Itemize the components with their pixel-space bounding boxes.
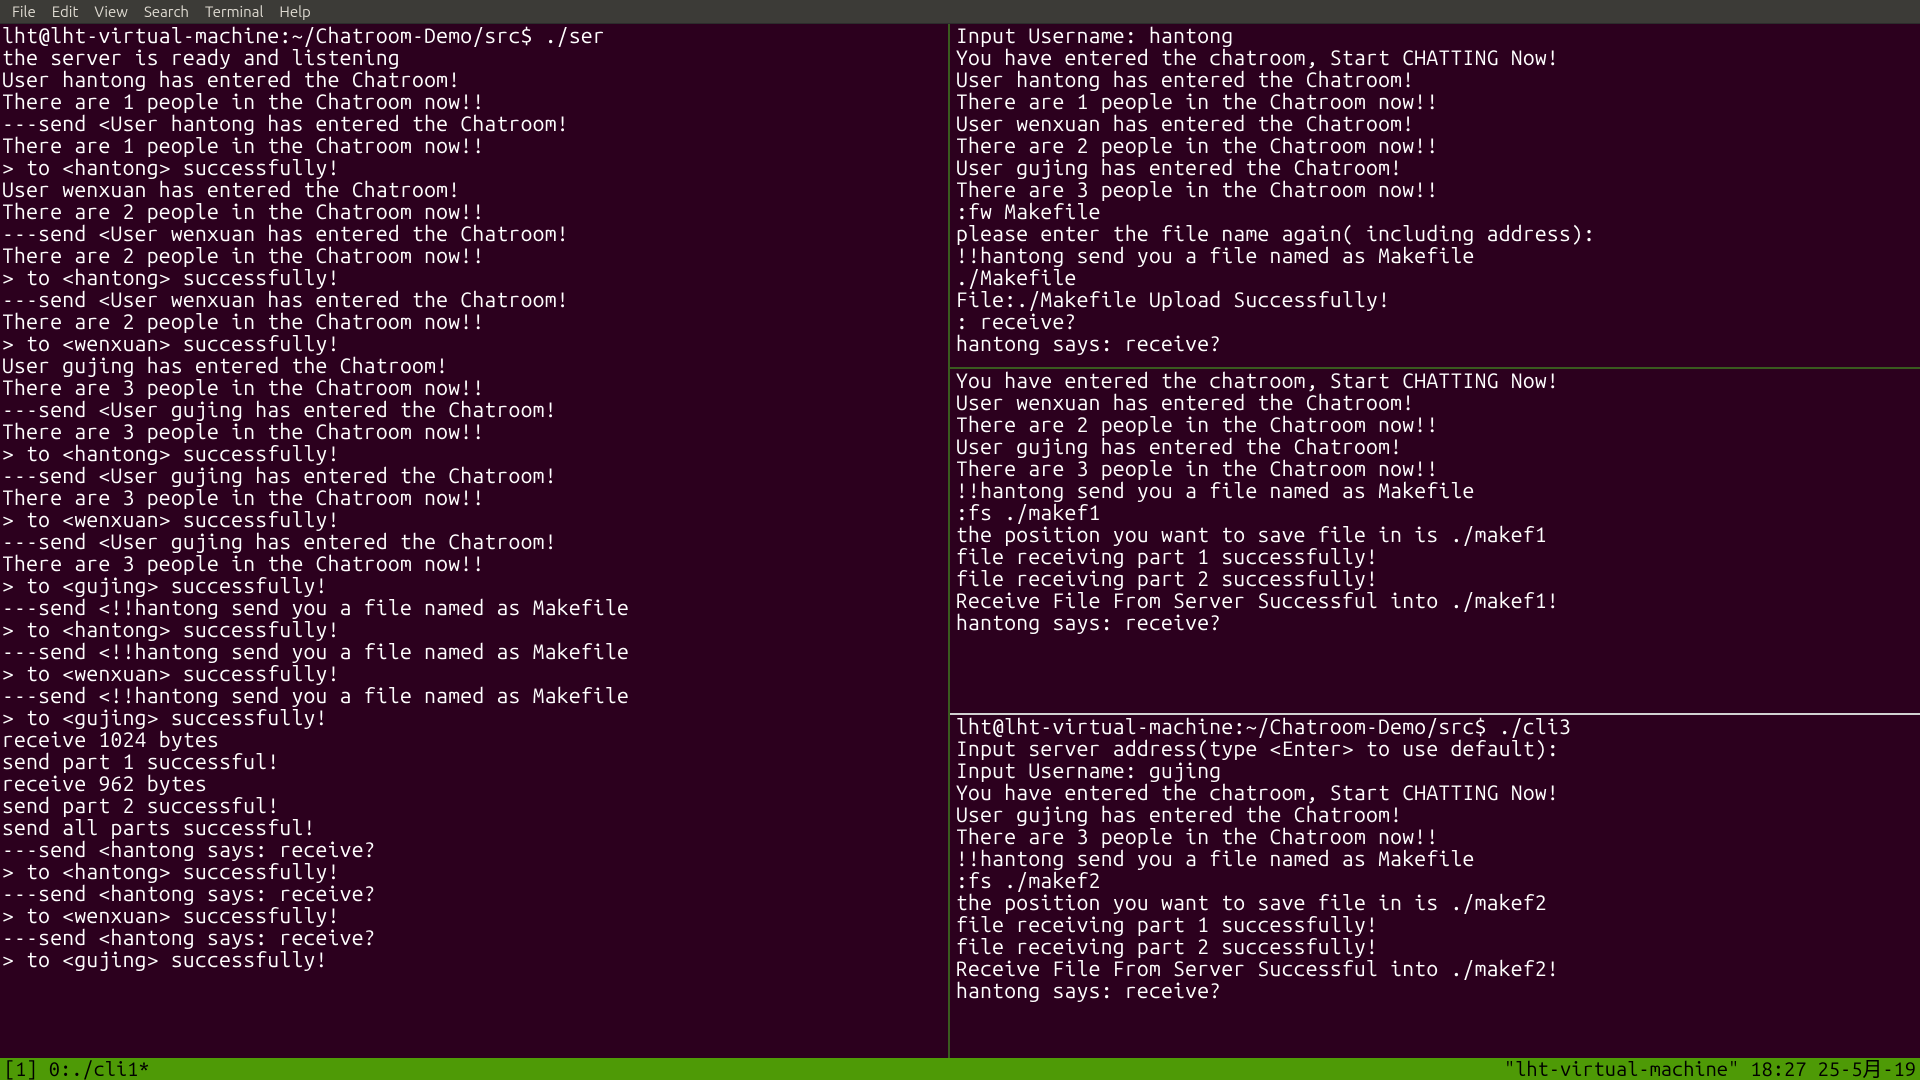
menubar: File Edit View Search Terminal Help bbox=[0, 0, 1920, 24]
terminal-line: > to <hantong> successfully! bbox=[2, 156, 946, 178]
terminal-line: There are 3 people in the Chatroom now!! bbox=[2, 552, 946, 574]
terminal-line: please enter the file name again( includ… bbox=[956, 222, 1914, 244]
terminal-line: hantong says: receive? bbox=[956, 332, 1914, 354]
terminal-line: There are 2 people in the Chatroom now!! bbox=[2, 200, 946, 222]
terminal-line: There are 3 people in the Chatroom now!! bbox=[956, 178, 1914, 200]
terminal-line: There are 2 people in the Chatroom now!! bbox=[956, 134, 1914, 156]
terminal-area: lht@lht-virtual-machine:~/Chatroom-Demo/… bbox=[0, 24, 1920, 1058]
statusbar-right: "lht-virtual-machine" 18:27 25-5月-19 bbox=[1504, 1058, 1916, 1080]
terminal-line: ---send <hantong says: receive? bbox=[2, 926, 946, 948]
terminal-line: > to <hantong> successfully! bbox=[2, 860, 946, 882]
terminal-line: the position you want to save file in is… bbox=[956, 523, 1914, 545]
terminal-line: User gujing has entered the Chatroom! bbox=[956, 803, 1914, 825]
tmux-statusbar: [1] 0:./cli1* "lht-virtual-machine" 18:2… bbox=[0, 1058, 1920, 1080]
terminal-line: :fs ./makef1 bbox=[956, 501, 1914, 523]
terminal-line: You have entered the chatroom, Start CHA… bbox=[956, 369, 1914, 391]
terminal-line: User hantong has entered the Chatroom! bbox=[956, 68, 1914, 90]
terminal-line: hantong says: receive? bbox=[956, 979, 1914, 1001]
menu-help[interactable]: Help bbox=[271, 3, 318, 20]
terminal-line: There are 2 people in the Chatroom now!! bbox=[956, 413, 1914, 435]
terminal-line: receive 962 bytes bbox=[2, 772, 946, 794]
statusbar-left: [1] 0:./cli1* bbox=[4, 1058, 150, 1080]
menu-terminal[interactable]: Terminal bbox=[197, 3, 271, 20]
menu-file[interactable]: File bbox=[4, 3, 44, 20]
terminal-line: > to <wenxuan> successfully! bbox=[2, 332, 946, 354]
terminal-line: ---send <User gujing has entered the Cha… bbox=[2, 464, 946, 486]
terminal-line: file receiving part 2 successfully! bbox=[956, 567, 1914, 589]
terminal-line: User wenxuan has entered the Chatroom! bbox=[956, 112, 1914, 134]
terminal-line: lht@lht-virtual-machine:~/Chatroom-Demo/… bbox=[2, 24, 946, 46]
client-pane-top[interactable]: Input Username: hantongYou have entered … bbox=[950, 24, 1920, 367]
terminal-line: There are 1 people in the Chatroom now!! bbox=[2, 134, 946, 156]
terminal-line: > to <hantong> successfully! bbox=[2, 442, 946, 464]
terminal-line: ---send <hantong says: receive? bbox=[2, 882, 946, 904]
terminal-line: : receive? bbox=[956, 310, 1914, 332]
terminal-line: ---send <User gujing has entered the Cha… bbox=[2, 530, 946, 552]
terminal-line: > to <gujing> successfully! bbox=[2, 574, 946, 596]
terminal-line: > to <hantong> successfully! bbox=[2, 266, 946, 288]
menu-search[interactable]: Search bbox=[136, 3, 197, 20]
terminal-line: !!hantong send you a file named as Makef… bbox=[956, 244, 1914, 266]
terminal-line: There are 1 people in the Chatroom now!! bbox=[2, 90, 946, 112]
terminal-line: User wenxuan has entered the Chatroom! bbox=[956, 391, 1914, 413]
terminal-line: > to <wenxuan> successfully! bbox=[2, 662, 946, 684]
terminal-line: ---send <hantong says: receive? bbox=[2, 838, 946, 860]
terminal-line: !!hantong send you a file named as Makef… bbox=[956, 847, 1914, 869]
terminal-line: ---send <User wenxuan has entered the Ch… bbox=[2, 288, 946, 310]
terminal-line: You have entered the chatroom, Start CHA… bbox=[956, 781, 1914, 803]
menu-edit[interactable]: Edit bbox=[44, 3, 87, 20]
client-pane-bottom[interactable]: lht@lht-virtual-machine:~/Chatroom-Demo/… bbox=[950, 715, 1920, 1058]
terminal-line: There are 3 people in the Chatroom now!! bbox=[2, 420, 946, 442]
terminal-line: file receiving part 1 successfully! bbox=[956, 545, 1914, 567]
terminal-line: ---send <!!hantong send you a file named… bbox=[2, 640, 946, 662]
terminal-line: Input server address(type <Enter> to use… bbox=[956, 737, 1914, 759]
terminal-line: Receive File From Server Successful into… bbox=[956, 589, 1914, 611]
terminal-line: User gujing has entered the Chatroom! bbox=[956, 435, 1914, 457]
terminal-line: There are 1 people in the Chatroom now!! bbox=[956, 90, 1914, 112]
terminal-line: ---send <!!hantong send you a file named… bbox=[2, 684, 946, 706]
terminal-line: There are 2 people in the Chatroom now!! bbox=[2, 310, 946, 332]
terminal-line: ---send <User wenxuan has entered the Ch… bbox=[2, 222, 946, 244]
terminal-line: send all parts successful! bbox=[2, 816, 946, 838]
terminal-line: You have entered the chatroom, Start CHA… bbox=[956, 46, 1914, 68]
server-pane[interactable]: lht@lht-virtual-machine:~/Chatroom-Demo/… bbox=[0, 24, 948, 1058]
terminal-line: > to <wenxuan> successfully! bbox=[2, 508, 946, 530]
terminal-line: the position you want to save file in is… bbox=[956, 891, 1914, 913]
terminal-line: > to <gujing> successfully! bbox=[2, 948, 946, 970]
terminal-line: > to <wenxuan> successfully! bbox=[2, 904, 946, 926]
terminal-line: > to <gujing> successfully! bbox=[2, 706, 946, 728]
terminal-line: Input Username: gujing bbox=[956, 759, 1914, 781]
terminal-line: User gujing has entered the Chatroom! bbox=[2, 354, 946, 376]
terminal-line: There are 3 people in the Chatroom now!! bbox=[2, 486, 946, 508]
terminal-line: Receive File From Server Successful into… bbox=[956, 957, 1914, 979]
terminal-line: Input Username: hantong bbox=[956, 24, 1914, 46]
terminal-line: receive 1024 bytes bbox=[2, 728, 946, 750]
terminal-line: There are 3 people in the Chatroom now!! bbox=[2, 376, 946, 398]
right-column: Input Username: hantongYou have entered … bbox=[948, 24, 1920, 1058]
terminal-line: :fw Makefile bbox=[956, 200, 1914, 222]
terminal-line: ./Makefile bbox=[956, 266, 1914, 288]
terminal-line: hantong says: receive? bbox=[956, 611, 1914, 633]
terminal-line: :fs ./makef2 bbox=[956, 869, 1914, 891]
terminal-line: There are 2 people in the Chatroom now!! bbox=[2, 244, 946, 266]
terminal-line: file receiving part 2 successfully! bbox=[956, 935, 1914, 957]
terminal-line: User wenxuan has entered the Chatroom! bbox=[2, 178, 946, 200]
terminal-line: There are 3 people in the Chatroom now!! bbox=[956, 825, 1914, 847]
terminal-line: lht@lht-virtual-machine:~/Chatroom-Demo/… bbox=[956, 715, 1914, 737]
terminal-line: User hantong has entered the Chatroom! bbox=[2, 68, 946, 90]
terminal-line: ---send <User hantong has entered the Ch… bbox=[2, 112, 946, 134]
terminal-line: ---send <!!hantong send you a file named… bbox=[2, 596, 946, 618]
terminal-line: send part 1 successful! bbox=[2, 750, 946, 772]
terminal-line: send part 2 successful! bbox=[2, 794, 946, 816]
terminal-line: ---send <User gujing has entered the Cha… bbox=[2, 398, 946, 420]
terminal-line: There are 3 people in the Chatroom now!! bbox=[956, 457, 1914, 479]
client-pane-middle[interactable]: You have entered the chatroom, Start CHA… bbox=[950, 369, 1920, 712]
terminal-line: !!hantong send you a file named as Makef… bbox=[956, 479, 1914, 501]
menu-view[interactable]: View bbox=[86, 3, 136, 20]
terminal-line: file receiving part 1 successfully! bbox=[956, 913, 1914, 935]
terminal-line: > to <hantong> successfully! bbox=[2, 618, 946, 640]
terminal-line: User gujing has entered the Chatroom! bbox=[956, 156, 1914, 178]
terminal-line: the server is ready and listening bbox=[2, 46, 946, 68]
terminal-line: File:./Makefile Upload Successfully! bbox=[956, 288, 1914, 310]
